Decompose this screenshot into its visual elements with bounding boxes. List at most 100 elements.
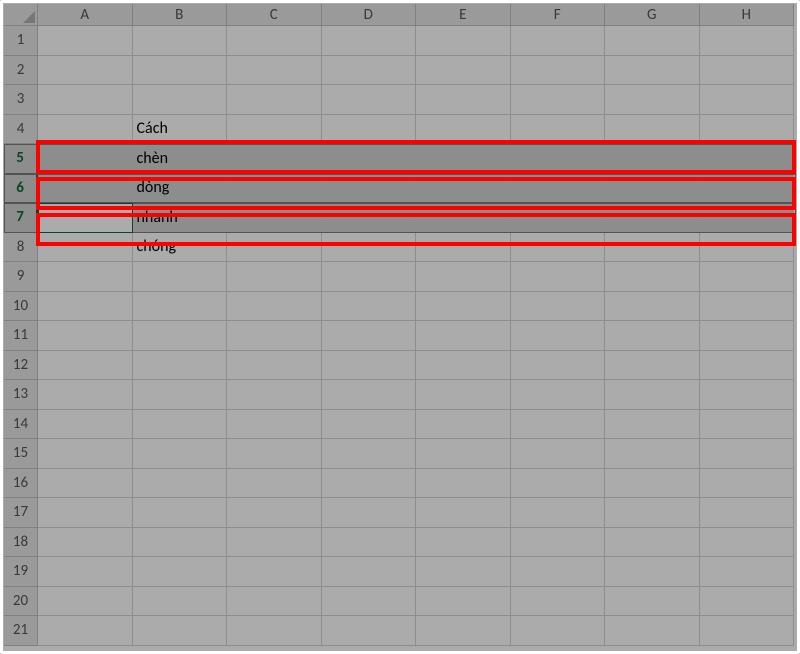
cell-B10[interactable] [133, 292, 228, 322]
cell-G6[interactable] [605, 174, 700, 204]
cell-B2[interactable] [133, 56, 228, 86]
cell-F7[interactable] [511, 203, 606, 233]
row-header-3[interactable]: 3 [4, 85, 38, 115]
cell-B4[interactable]: Cách [133, 115, 228, 145]
cell-F9[interactable] [511, 262, 606, 292]
cell-B21[interactable] [133, 616, 228, 646]
cell-E7[interactable] [416, 203, 511, 233]
cell-A10[interactable] [38, 292, 133, 322]
cell-E2[interactable] [416, 56, 511, 86]
cell-C2[interactable] [227, 56, 322, 86]
cell-A12[interactable] [38, 351, 133, 381]
cell-F19[interactable] [511, 557, 606, 587]
cell-F2[interactable] [511, 56, 606, 86]
cell-B17[interactable] [133, 498, 228, 528]
cell-D8[interactable] [322, 233, 417, 263]
row-header-16[interactable]: 16 [4, 469, 38, 499]
cell-B20[interactable] [133, 587, 228, 617]
cell-D10[interactable] [322, 292, 417, 322]
cell-A15[interactable] [38, 439, 133, 469]
column-header-H[interactable]: H [700, 4, 795, 26]
cell-F6[interactable] [511, 174, 606, 204]
cell-F14[interactable] [511, 410, 606, 440]
cell-A3[interactable] [38, 85, 133, 115]
cell-G17[interactable] [605, 498, 700, 528]
cell-H10[interactable] [700, 292, 795, 322]
cell-G1[interactable] [605, 26, 700, 56]
cell-E18[interactable] [416, 528, 511, 558]
row-header-8[interactable]: 8 [4, 233, 38, 263]
cell-C17[interactable] [227, 498, 322, 528]
row-header-20[interactable]: 20 [4, 587, 38, 617]
cell-C5[interactable] [227, 144, 322, 174]
cell-G7[interactable] [605, 203, 700, 233]
cell-B6[interactable]: dòng [133, 174, 228, 204]
cell-E1[interactable] [416, 26, 511, 56]
cell-F13[interactable] [511, 380, 606, 410]
spreadsheet[interactable]: A B C D E F G H 1 2 3 4 Cách 5 chèn 6 dò… [4, 4, 796, 650]
cell-C9[interactable] [227, 262, 322, 292]
cell-G19[interactable] [605, 557, 700, 587]
cell-D1[interactable] [322, 26, 417, 56]
cell-E9[interactable] [416, 262, 511, 292]
cell-A2[interactable] [38, 56, 133, 86]
cell-E3[interactable] [416, 85, 511, 115]
cell-G12[interactable] [605, 351, 700, 381]
cell-D9[interactable] [322, 262, 417, 292]
cell-H17[interactable] [700, 498, 795, 528]
cell-E5[interactable] [416, 144, 511, 174]
cell-D11[interactable] [322, 321, 417, 351]
cell-F8[interactable] [511, 233, 606, 263]
cell-F10[interactable] [511, 292, 606, 322]
cell-H11[interactable] [700, 321, 795, 351]
cell-A11[interactable] [38, 321, 133, 351]
cell-A14[interactable] [38, 410, 133, 440]
cell-E6[interactable] [416, 174, 511, 204]
cell-F17[interactable] [511, 498, 606, 528]
cell-G8[interactable] [605, 233, 700, 263]
cell-D20[interactable] [322, 587, 417, 617]
cell-A7[interactable] [38, 203, 133, 233]
cell-C11[interactable] [227, 321, 322, 351]
cell-E10[interactable] [416, 292, 511, 322]
cell-C21[interactable] [227, 616, 322, 646]
cell-G5[interactable] [605, 144, 700, 174]
cell-D19[interactable] [322, 557, 417, 587]
row-header-13[interactable]: 13 [4, 380, 38, 410]
cell-F12[interactable] [511, 351, 606, 381]
cell-C15[interactable] [227, 439, 322, 469]
cell-B16[interactable] [133, 469, 228, 499]
column-header-C[interactable]: C [227, 4, 322, 26]
cell-A6[interactable] [38, 174, 133, 204]
cell-A4[interactable] [38, 115, 133, 145]
cell-E8[interactable] [416, 233, 511, 263]
cell-C12[interactable] [227, 351, 322, 381]
cell-C14[interactable] [227, 410, 322, 440]
cell-C18[interactable] [227, 528, 322, 558]
cell-H5[interactable] [700, 144, 795, 174]
cell-E21[interactable] [416, 616, 511, 646]
cell-F4[interactable] [511, 115, 606, 145]
cell-G18[interactable] [605, 528, 700, 558]
cell-A17[interactable] [38, 498, 133, 528]
cell-H8[interactable] [700, 233, 795, 263]
cell-C20[interactable] [227, 587, 322, 617]
cell-D2[interactable] [322, 56, 417, 86]
cell-D18[interactable] [322, 528, 417, 558]
cell-C13[interactable] [227, 380, 322, 410]
row-header-7[interactable]: 7 [4, 203, 38, 233]
cell-H13[interactable] [700, 380, 795, 410]
column-header-B[interactable]: B [133, 4, 228, 26]
cell-E17[interactable] [416, 498, 511, 528]
row-header-1[interactable]: 1 [4, 26, 38, 56]
cell-C7[interactable] [227, 203, 322, 233]
cell-B19[interactable] [133, 557, 228, 587]
cell-D17[interactable] [322, 498, 417, 528]
cell-H19[interactable] [700, 557, 795, 587]
cell-A8[interactable] [38, 233, 133, 263]
cell-F16[interactable] [511, 469, 606, 499]
row-header-11[interactable]: 11 [4, 321, 38, 351]
row-header-4[interactable]: 4 [4, 115, 38, 145]
cell-B15[interactable] [133, 439, 228, 469]
cell-D15[interactable] [322, 439, 417, 469]
